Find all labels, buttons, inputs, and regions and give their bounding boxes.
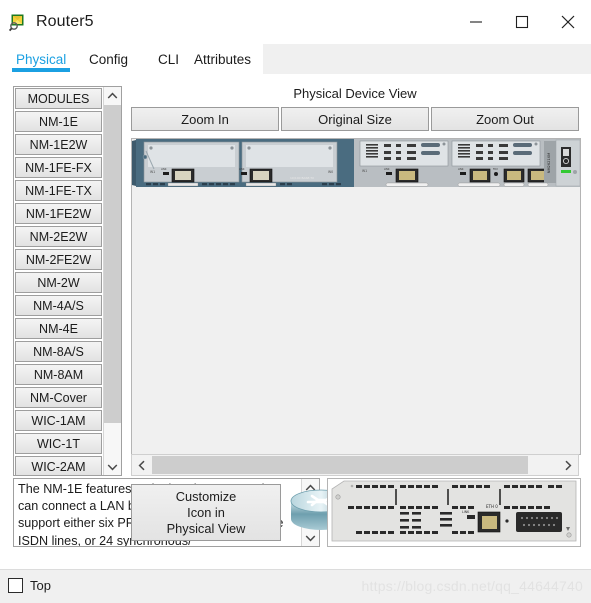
modules-list-header: MODULES bbox=[15, 88, 102, 109]
tab-physical[interactable]: Physical bbox=[12, 44, 71, 74]
svg-text:FDX: FDX bbox=[493, 168, 498, 171]
customize-phys-line-3: Physical View bbox=[166, 520, 246, 536]
svg-text:W1: W1 bbox=[150, 170, 155, 174]
module-item-nm-1fe-fx[interactable]: NM-1FE-FX bbox=[15, 157, 102, 178]
module-item-nm-cover[interactable]: NM-Cover bbox=[15, 387, 102, 408]
zoom-button-row: Zoom In Original Size Zoom Out bbox=[131, 107, 579, 131]
bottom-bar: Top https://blog.csdn.net/qq_44644740 bbox=[0, 569, 591, 603]
module-item-nm-8am[interactable]: NM-8AM bbox=[15, 364, 102, 385]
tab-cli[interactable]: CLI bbox=[154, 44, 183, 74]
physical-device-view-title: Physical Device View bbox=[293, 86, 417, 101]
maximize-button[interactable] bbox=[499, 0, 545, 44]
module-item-nm-2fe2w[interactable]: NM-2FE2W bbox=[15, 249, 102, 270]
svg-text:LINK: LINK bbox=[458, 168, 464, 171]
nm-1e-module-preview-image: ETH 0 LINK bbox=[328, 479, 580, 546]
chevron-up-icon[interactable] bbox=[104, 87, 121, 104]
module-item-wic-1am[interactable]: WIC-1AM bbox=[15, 410, 102, 431]
close-button[interactable] bbox=[545, 0, 591, 44]
top-checkbox[interactable] bbox=[8, 578, 23, 593]
modules-scrollbar-thumb[interactable] bbox=[104, 105, 121, 423]
module-preview-panel: ETH 0 LINK bbox=[327, 478, 581, 547]
window-title: Router5 bbox=[36, 13, 94, 30]
router-device-window: Router5 Physical Config CLI Attributes M… bbox=[0, 0, 591, 603]
customize-phys-line-1: Customize bbox=[175, 488, 237, 504]
svg-text:LINK: LINK bbox=[239, 168, 245, 171]
module-item-nm-1fe-tx[interactable]: NM-1FE-TX bbox=[15, 180, 102, 201]
chevron-left-icon[interactable] bbox=[132, 455, 152, 475]
title-bar: Router5 bbox=[0, 0, 591, 44]
module-item-nm-1e2w[interactable]: NM-1E2W bbox=[15, 134, 102, 155]
module-item-nm-2e2w[interactable]: NM-2E2W bbox=[15, 226, 102, 247]
chevron-down-icon[interactable] bbox=[104, 458, 121, 475]
customize-icon-physical-view-button[interactable]: Customize Icon in Physical View bbox=[131, 484, 281, 541]
module-item-nm-1e[interactable]: NM-1E bbox=[15, 111, 102, 132]
module-item-nm-4e[interactable]: NM-4E bbox=[15, 318, 102, 339]
svg-text:LINK: LINK bbox=[462, 510, 470, 514]
svg-text:LINK: LINK bbox=[384, 168, 390, 171]
packet-tracer-device-icon bbox=[8, 12, 28, 32]
tab-config[interactable]: Config bbox=[85, 44, 132, 74]
modules-panel: MODULES NM-1E NM-1E2W NM-1FE-FX NM-1FE-T… bbox=[13, 86, 122, 476]
tab-attributes[interactable]: Attributes bbox=[190, 44, 255, 74]
module-item-nm-2w[interactable]: NM-2W bbox=[15, 272, 102, 293]
svg-text:LINK: LINK bbox=[161, 168, 167, 171]
module-item-nm-4as[interactable]: NM-4A/S bbox=[15, 295, 102, 316]
modules-scrollbar[interactable] bbox=[103, 87, 121, 475]
watermark-text: https://blog.csdn.net/qq_44644740 bbox=[361, 578, 583, 594]
module-item-wic-2am[interactable]: WIC-2AM bbox=[15, 456, 102, 475]
svg-text:NM2621XM: NM2621XM bbox=[547, 153, 551, 174]
original-size-button[interactable]: Original Size bbox=[281, 107, 429, 131]
svg-text:W0: W0 bbox=[328, 170, 333, 174]
router-chassis-image[interactable]: W1 LINK W0 LINK 10/100 BASE-TX W1 LINK L… bbox=[132, 139, 580, 187]
hscrollbar-thumb[interactable] bbox=[152, 456, 528, 474]
module-item-wic-1t[interactable]: WIC-1T bbox=[15, 433, 102, 454]
tab-bar: Physical Config CLI Attributes bbox=[0, 44, 591, 74]
window-controls bbox=[453, 0, 591, 44]
preview-port-label: ETH 0 bbox=[486, 504, 498, 509]
modules-list: MODULES NM-1E NM-1E2W NM-1FE-FX NM-1FE-T… bbox=[14, 87, 103, 475]
device-view-hscrollbar[interactable] bbox=[131, 454, 579, 476]
svg-text:10/100 BASE-TX: 10/100 BASE-TX bbox=[290, 176, 314, 180]
top-checkbox-label: Top bbox=[30, 578, 51, 593]
customize-phys-line-2: Icon in bbox=[187, 504, 225, 520]
device-view-canvas[interactable]: W1 LINK W0 LINK 10/100 BASE-TX W1 LINK L… bbox=[131, 138, 581, 455]
zoom-out-button[interactable]: Zoom Out bbox=[431, 107, 579, 131]
chevron-right-icon[interactable] bbox=[558, 455, 578, 475]
svg-text:W1: W1 bbox=[362, 169, 367, 173]
minimize-button[interactable] bbox=[453, 0, 499, 44]
physical-tab-content: MODULES NM-1E NM-1E2W NM-1FE-FX NM-1FE-T… bbox=[0, 74, 591, 569]
module-item-nm-1fe2w[interactable]: NM-1FE2W bbox=[15, 203, 102, 224]
zoom-in-button[interactable]: Zoom In bbox=[131, 107, 279, 131]
module-item-nm-8as[interactable]: NM-8A/S bbox=[15, 341, 102, 362]
